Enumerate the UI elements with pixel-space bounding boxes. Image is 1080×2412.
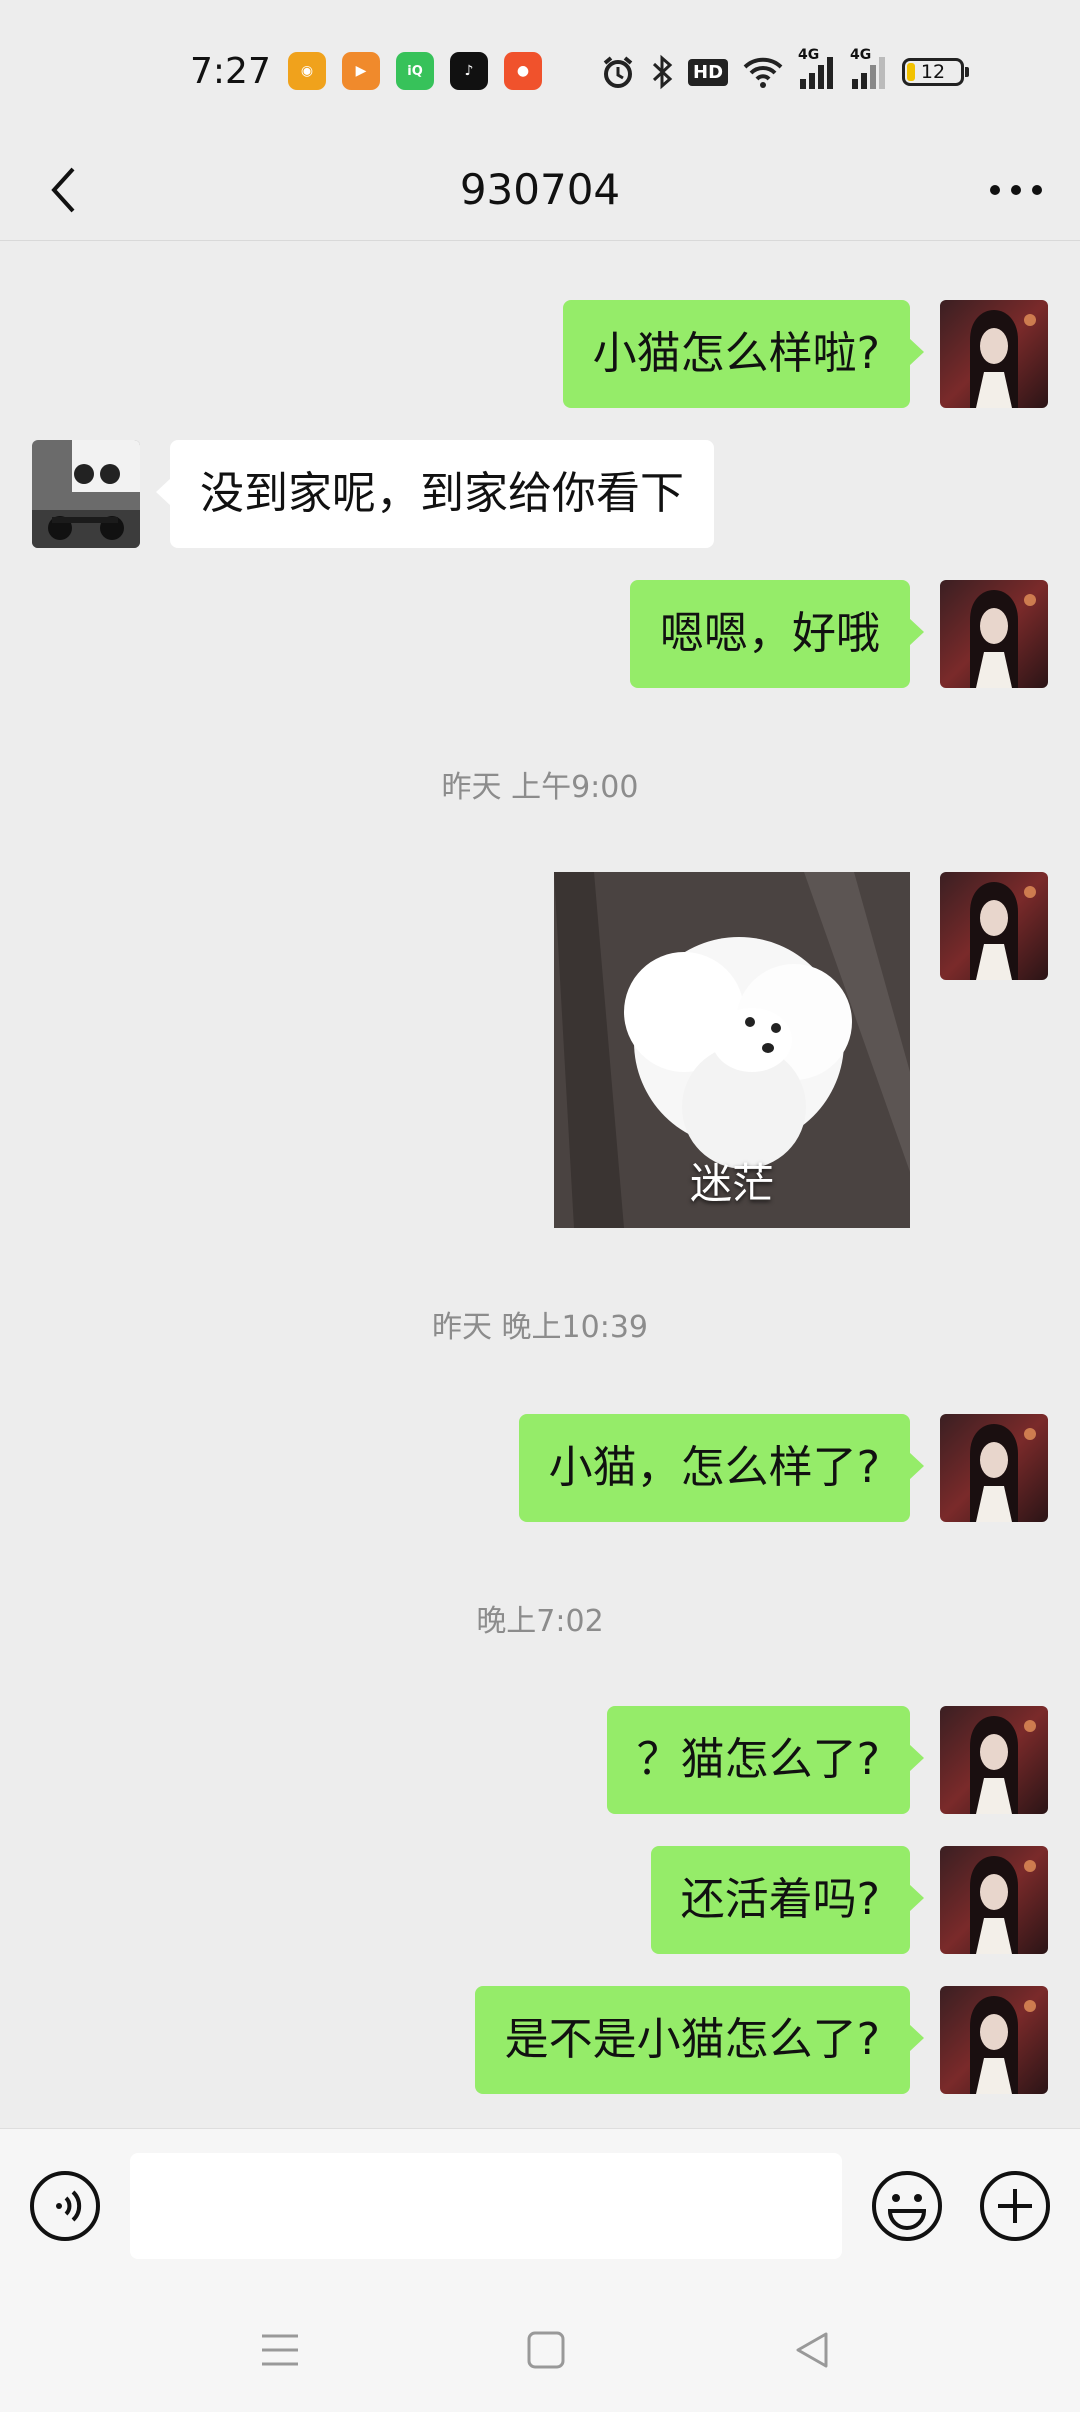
taobao-icon: ●	[504, 52, 542, 90]
my-avatar[interactable]	[940, 1414, 1048, 1522]
more-dots-icon	[990, 185, 1042, 195]
message-input[interactable]	[130, 2153, 842, 2259]
timestamp: 晚上7:02	[476, 1604, 604, 1639]
hd-icon: HD	[688, 58, 729, 86]
message-bubble-outgoing[interactable]: 小猫怎么样啦?	[562, 300, 925, 408]
emoji-button[interactable]	[870, 2169, 944, 2243]
my-avatar[interactable]	[940, 1846, 1048, 1954]
sticker-caption: 迷茫	[689, 1159, 774, 1208]
chat-title: 930704	[459, 165, 621, 214]
battery-icon: 12	[902, 58, 970, 86]
voice-icon	[30, 2171, 100, 2241]
signal-label: 4G	[850, 47, 872, 63]
input-bar	[0, 2128, 1080, 2289]
back-triangle-icon	[796, 2332, 828, 2368]
signal-4g-icon-2: 4G	[850, 47, 888, 89]
notification-app-icons: ◉ ▶ iQ ♪ ●	[288, 52, 542, 90]
chat-header: 930704	[0, 140, 1080, 241]
bluetooth-icon	[650, 54, 674, 90]
voice-input-button[interactable]	[28, 2169, 102, 2243]
message-bubble-incoming[interactable]: 没到家呢，到家给你看下	[156, 440, 714, 548]
battery-level: 12	[920, 61, 946, 83]
signal-4g-icon: 4G	[798, 47, 836, 89]
message-bubble-outgoing[interactable]: 嗯嗯，好哦	[630, 580, 924, 688]
my-avatar[interactable]	[940, 1986, 1048, 2094]
kuaishou-icon: ▶	[342, 52, 380, 90]
weibo-icon: ◉	[288, 52, 326, 90]
my-avatar[interactable]	[940, 580, 1048, 688]
status-time: 7:27	[190, 51, 271, 92]
more-options-button[interactable]	[976, 162, 1056, 218]
system-icons: HD 4G 4G 12	[600, 47, 970, 94]
timestamp: 昨天 晚上10:39	[432, 1310, 648, 1345]
my-avatar[interactable]	[940, 300, 1048, 408]
contact-avatar[interactable]	[32, 440, 140, 548]
signal-label: 4G	[798, 47, 820, 63]
message-bubble-outgoing[interactable]: ？猫怎么了?	[606, 1706, 925, 1814]
nav-home-button[interactable]	[516, 2320, 576, 2380]
my-avatar[interactable]	[940, 1706, 1048, 1814]
iqiyi-icon: iQ	[396, 52, 434, 90]
plus-icon	[980, 2171, 1050, 2241]
douyin-icon: ♪	[450, 52, 488, 90]
message-bubble-outgoing[interactable]: 小猫，怎么样了?	[518, 1414, 925, 1522]
timestamp: 昨天 上午9:00	[441, 770, 639, 805]
nav-menu-button[interactable]	[250, 2320, 310, 2380]
alarm-icon	[600, 54, 636, 90]
system-navigation-bar	[0, 2288, 1080, 2412]
menu-icon	[262, 2334, 298, 2366]
home-square-icon	[527, 2331, 565, 2369]
more-functions-button[interactable]	[978, 2169, 1052, 2243]
message-bubble-outgoing[interactable]: 还活着吗?	[650, 1846, 925, 1954]
message-bubble-outgoing[interactable]: 是不是小猫怎么了?	[474, 1986, 925, 2094]
my-avatar[interactable]	[940, 872, 1048, 980]
emoji-icon	[872, 2171, 942, 2241]
nav-back-button[interactable]	[782, 2320, 842, 2380]
sticker-image[interactable]: 迷茫	[554, 872, 910, 1228]
wifi-icon	[742, 55, 784, 89]
status-bar: 7:27 ◉ ▶ iQ ♪ ● HD 4G 4G 12	[0, 0, 1080, 140]
